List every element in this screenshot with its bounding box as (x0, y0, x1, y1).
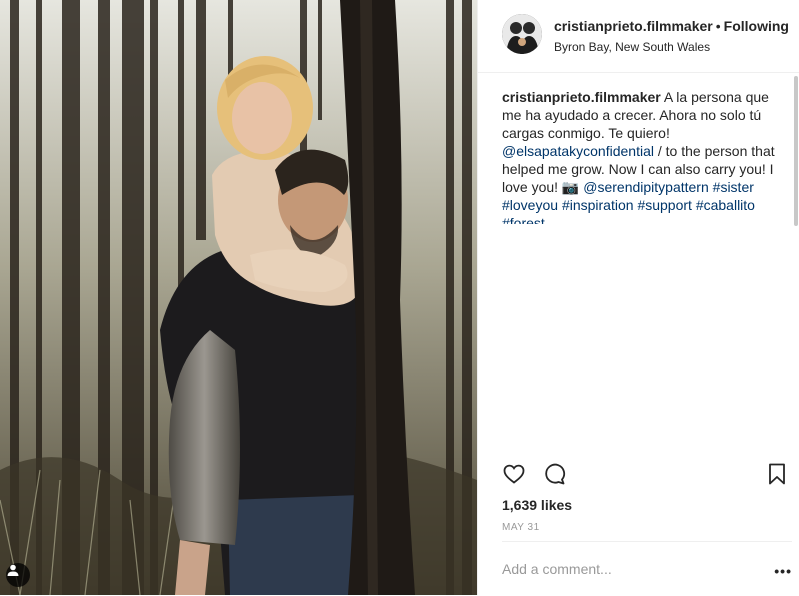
hashtag-link[interactable]: #sister (713, 179, 754, 195)
avatar[interactable] (502, 14, 542, 54)
hashtag-link[interactable]: #caballito (696, 197, 755, 213)
header-separator: • (715, 18, 721, 34)
post-photo[interactable] (0, 0, 477, 595)
likes-count[interactable]: 1,639 likes (502, 497, 572, 513)
header-username[interactable]: cristianprieto.filmmaker (554, 18, 713, 34)
hashtag-link[interactable]: #forest (502, 215, 545, 224)
post-side-panel: cristianprieto.filmmaker • Following Byron… (477, 0, 799, 595)
user-tag-icon[interactable] (6, 563, 30, 587)
hashtag-link[interactable]: #loveyou (502, 197, 558, 213)
heart-icon[interactable] (502, 462, 526, 491)
more-options-button[interactable]: ••• (774, 563, 792, 579)
hashtag-link[interactable]: #support (637, 197, 691, 213)
post-header: cristianprieto.filmmaker • Following Byron… (478, 0, 799, 73)
bookmark-icon[interactable] (766, 462, 788, 491)
mention-link[interactable]: @elsapatakyconfidential (502, 143, 654, 159)
mention-link[interactable]: @serendipitypattern (583, 179, 709, 195)
action-bar (502, 462, 792, 490)
comment-input[interactable] (502, 561, 752, 577)
photo-illustration (0, 0, 477, 595)
location-link[interactable]: Byron Bay, New South Wales (554, 40, 794, 54)
post-date: MAY 31 (502, 522, 540, 533)
comment-icon[interactable] (542, 462, 566, 491)
following-button[interactable]: Following (724, 18, 789, 34)
caption-scrollbar[interactable] (794, 76, 798, 226)
post-caption: cristianprieto.filmmaker A la persona qu… (502, 88, 782, 224)
caption-username[interactable]: cristianprieto.filmmaker (502, 89, 661, 105)
comment-bar: ••• (502, 541, 792, 596)
hashtag-link[interactable]: #inspiration (562, 197, 634, 213)
